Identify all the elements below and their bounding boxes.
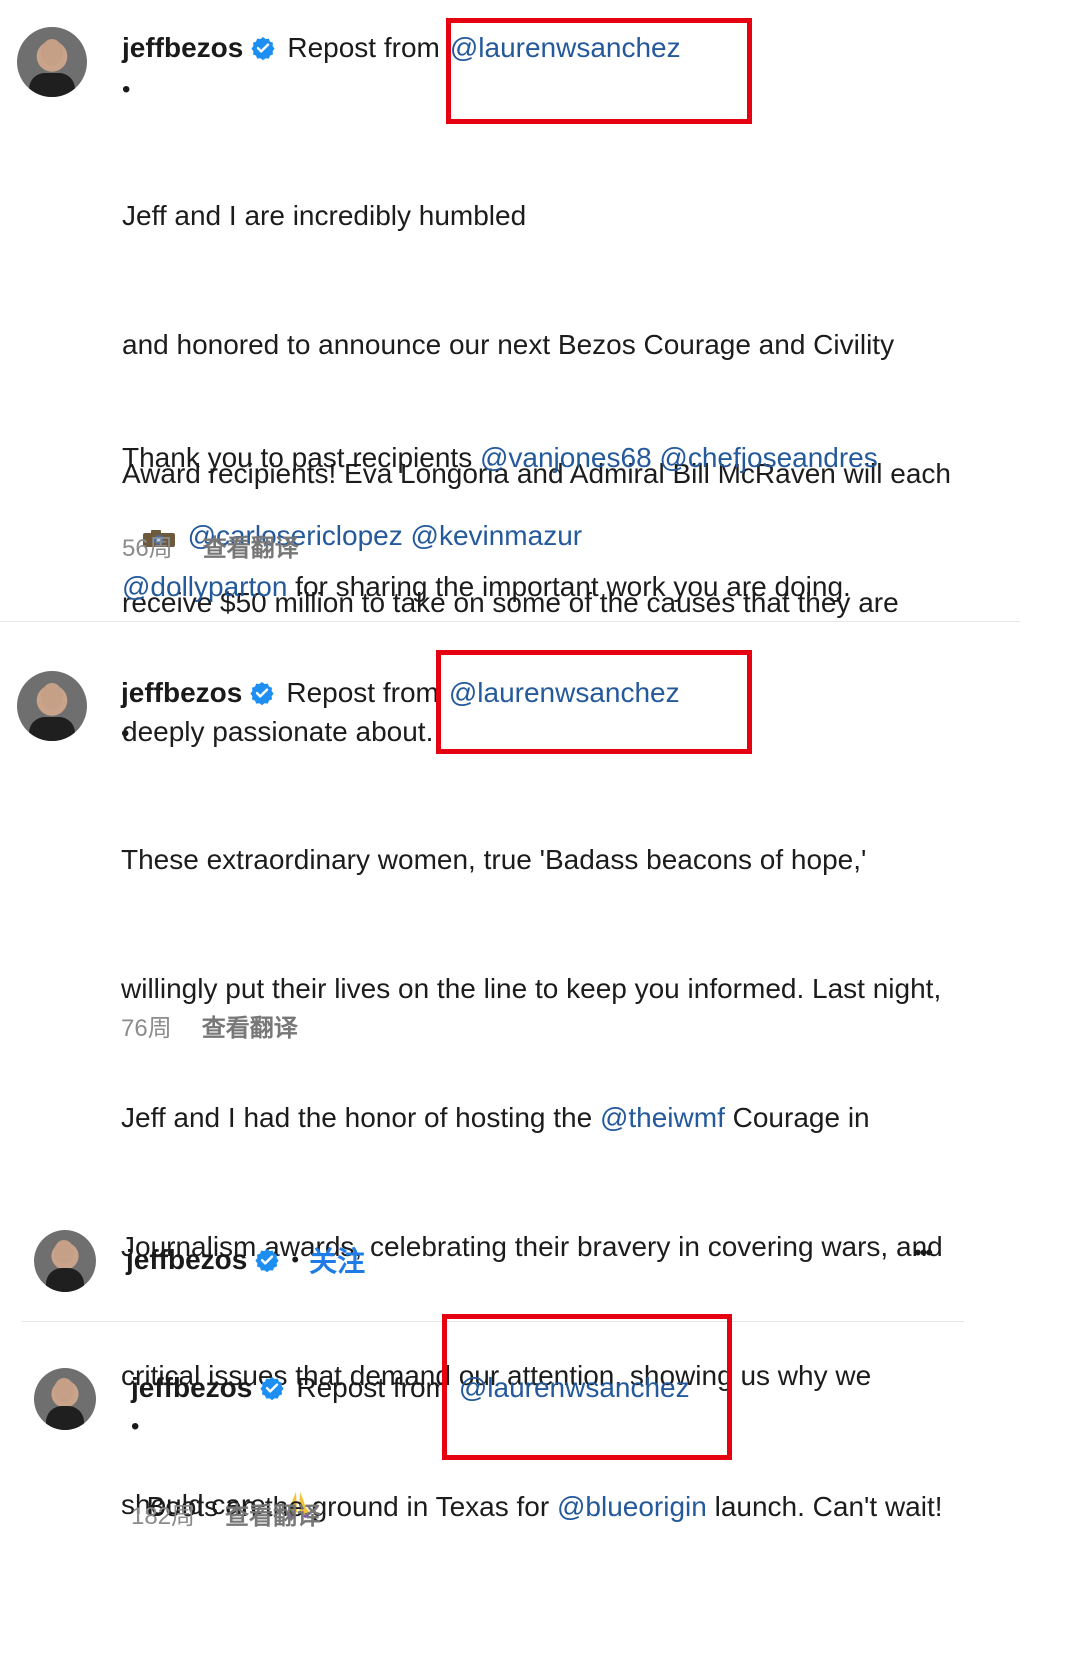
post-meta: 56周 查看翻译 <box>122 528 299 563</box>
avatar[interactable] <box>17 671 87 741</box>
repost-label: Repost from <box>296 1372 449 1403</box>
repost-handle-link[interactable]: @laurenwsanchez <box>450 32 681 64</box>
thanks-text: for sharing the important work you are d… <box>287 571 851 602</box>
verified-badge-icon <box>251 37 275 60</box>
repost-label: Repost from <box>286 677 439 708</box>
avatar[interactable] <box>34 1230 96 1292</box>
post-age: 182周 <box>131 1503 196 1530</box>
see-translation-button[interactable]: 查看翻译 <box>202 1008 298 1043</box>
caption-text: Jeff and I had the honor of hosting the <box>121 1102 600 1133</box>
repost-handle-link[interactable]: @laurenwsanchez <box>449 677 680 709</box>
caption-line: These extraordinary women, true 'Badass … <box>121 844 867 875</box>
mention-link[interactable]: @chefjoseandres <box>659 442 877 473</box>
verified-badge-icon <box>250 682 274 705</box>
post-header: jeffbezos Repost from @laurenwsanchez <box>121 671 680 715</box>
follow-button[interactable]: 关注 <box>309 1240 365 1280</box>
caption-line: Jeff and I are incredibly humbled <box>122 200 527 231</box>
mention-link[interactable]: @theiwmf <box>600 1102 725 1133</box>
caption-text: launch. Can't wait! <box>706 1491 943 1522</box>
post-header: jeffbezos Repost from @laurenwsanchez <box>131 1366 690 1410</box>
bullet: • <box>122 76 131 103</box>
separator-dot: • <box>291 1247 300 1272</box>
profile-header: jeffbezos • 关注 <box>126 1238 365 1282</box>
caption-line: deeply passionate about. <box>122 716 434 747</box>
divider <box>0 621 1020 622</box>
post-meta: 182周 查看翻译 <box>131 1496 321 1531</box>
caption-text: Courage in <box>724 1102 870 1133</box>
see-translation-button[interactable]: 查看翻译 <box>203 528 299 563</box>
post-age: 56周 <box>122 535 173 562</box>
more-options-icon[interactable]: ••• <box>914 1240 933 1266</box>
bullet: • <box>131 1413 140 1440</box>
bullet: • <box>121 720 130 747</box>
divider <box>22 1321 964 1322</box>
username[interactable]: jeffbezos <box>121 677 242 709</box>
avatar[interactable] <box>17 27 87 97</box>
post-meta: 76周 查看翻译 <box>121 1008 298 1043</box>
verified-badge-icon <box>260 1377 284 1400</box>
username[interactable]: jeffbezos <box>126 1244 247 1276</box>
see-translation-button[interactable]: 查看翻译 <box>225 1496 321 1531</box>
verified-badge-icon <box>255 1249 279 1272</box>
mention-link[interactable]: @vanjones68 <box>480 442 652 473</box>
post-age: 76周 <box>121 1015 172 1042</box>
mention-link[interactable]: @kevinmazur <box>411 520 583 551</box>
thanks-text: Thank you to past recipients <box>122 442 480 473</box>
username[interactable]: jeffbezos <box>122 32 243 64</box>
post-header: jeffbezos Repost from @laurenwsanchez <box>122 26 681 70</box>
avatar[interactable] <box>34 1368 96 1430</box>
caption-line: willingly put their lives on the line to… <box>121 973 942 1004</box>
mention-link[interactable]: @blueorigin <box>557 1491 707 1522</box>
repost-handle-link[interactable]: @laurenwsanchez <box>459 1372 690 1404</box>
repost-label: Repost from <box>287 32 440 63</box>
username[interactable]: jeffbezos <box>131 1372 252 1404</box>
